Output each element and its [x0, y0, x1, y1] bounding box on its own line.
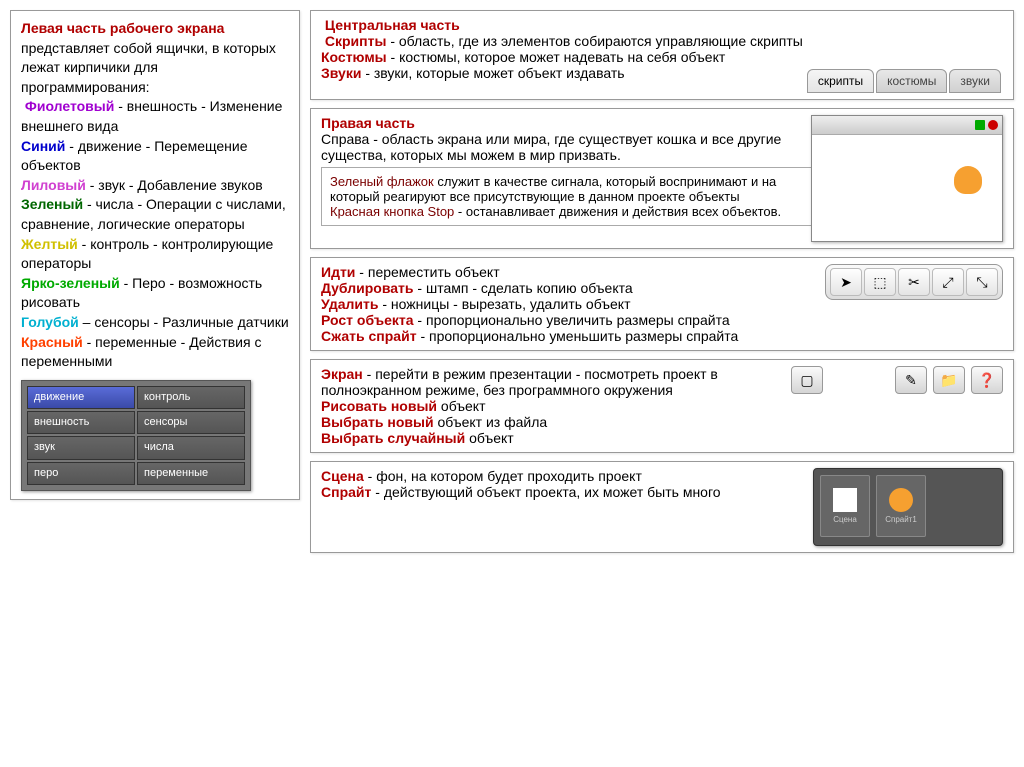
- random-icon[interactable]: ❓: [971, 366, 1003, 394]
- cat-sprite-icon: [954, 166, 982, 194]
- green-flag-label: Зеленый флажок: [330, 174, 434, 189]
- tabs-thumbnail: скрипты костюмы звуки: [807, 69, 1003, 93]
- choose-label: Выбрать новый: [321, 414, 434, 430]
- palette-numbers[interactable]: числа: [137, 436, 245, 459]
- sprite-label: Спрайт: [321, 484, 371, 500]
- right-desc: Справа - область экрана или мира, где су…: [321, 131, 781, 163]
- palette-variables[interactable]: переменные: [137, 462, 245, 485]
- stage-slot[interactable]: Сцена: [820, 475, 870, 537]
- presentation-icon[interactable]: ▢: [791, 366, 823, 394]
- center-header: Центральная часть: [325, 17, 460, 33]
- screen-section: ▢ ✎ 📁 ❓ Экран - перейти в режим презента…: [310, 359, 1014, 453]
- screen-label: Экран: [321, 366, 363, 382]
- center-section: Центральная часть Скрипты - область, где…: [310, 10, 1014, 100]
- arrow-icon[interactable]: ➤: [830, 268, 862, 296]
- color-blue: Синий: [21, 138, 65, 154]
- stop-icon[interactable]: [988, 120, 998, 130]
- scripts-label: Скрипты: [325, 33, 387, 49]
- left-panel-description: Левая часть рабочего экрана представляет…: [10, 10, 300, 500]
- go-label: Идти: [321, 264, 355, 280]
- sounds-label: Звуки: [321, 65, 361, 81]
- tab-costumes[interactable]: костюмы: [876, 69, 947, 93]
- right-header: Правая часть: [321, 115, 415, 131]
- shrink-icon[interactable]: ⤡: [966, 268, 998, 296]
- tab-scripts[interactable]: скрипты: [807, 69, 874, 93]
- new-object-toolbar: ▢ ✎ 📁 ❓: [791, 366, 1003, 394]
- sprite-slot[interactable]: Спрайт1: [876, 475, 926, 537]
- palette-sound[interactable]: звук: [27, 436, 135, 459]
- scissors-icon[interactable]: ✂: [898, 268, 930, 296]
- cat-icon: [889, 488, 913, 512]
- color-red: Красный: [21, 334, 83, 350]
- color-cyan: Голубой: [21, 314, 79, 330]
- red-stop-label: Красная кнопка Stop: [330, 204, 454, 219]
- color-purple: Фиолетовый: [25, 98, 114, 114]
- color-lilac: Лиловый: [21, 177, 86, 193]
- green-flag-icon[interactable]: [975, 120, 985, 130]
- stamp-icon[interactable]: ⬚: [864, 268, 896, 296]
- palette-pen[interactable]: перо: [27, 462, 135, 485]
- sprite-section: Сцена Спрайт1 Сцена - фон, на котором бу…: [310, 461, 1014, 553]
- color-green: Зеленый: [21, 196, 83, 212]
- random-label: Выбрать случайный: [321, 430, 465, 446]
- folder-icon[interactable]: 📁: [933, 366, 965, 394]
- palette-sensing[interactable]: сенсоры: [137, 411, 245, 434]
- grow-icon[interactable]: ⤢: [932, 268, 964, 296]
- color-bright-green: Ярко-зеленый: [21, 275, 120, 291]
- grow-label: Рост объекта: [321, 312, 414, 328]
- color-yellow: Желтый: [21, 236, 78, 252]
- left-title: Левая часть рабочего экрана: [21, 20, 224, 36]
- scene-label: Сцена: [321, 468, 364, 484]
- palette-motion[interactable]: движение: [27, 386, 135, 409]
- left-title-tail: представляет собой ящички, в которых леж…: [21, 40, 276, 95]
- stage-thumbnail: [811, 115, 1003, 242]
- draw-label: Рисовать новый: [321, 398, 437, 414]
- sprite-panel: Сцена Спрайт1: [813, 468, 1003, 546]
- tab-sounds[interactable]: звуки: [949, 69, 1001, 93]
- shrink-label: Сжать спрайт: [321, 328, 417, 344]
- right-section: Правая часть Справа - область экрана или…: [310, 108, 1014, 249]
- palette-looks[interactable]: внешность: [27, 411, 135, 434]
- dup-label: Дублировать: [321, 280, 414, 296]
- sprite-toolbar: ➤ ⬚ ✂ ⤢ ⤡: [825, 264, 1003, 300]
- del-label: Удалить: [321, 296, 378, 312]
- block-palette: движение контроль внешность сенсоры звук…: [21, 380, 251, 492]
- paint-icon[interactable]: ✎: [895, 366, 927, 394]
- costumes-label: Костюмы: [321, 49, 387, 65]
- palette-control[interactable]: контроль: [137, 386, 245, 409]
- tools-section: ➤ ⬚ ✂ ⤢ ⤡ Идти - переместить объект Дубл…: [310, 257, 1014, 351]
